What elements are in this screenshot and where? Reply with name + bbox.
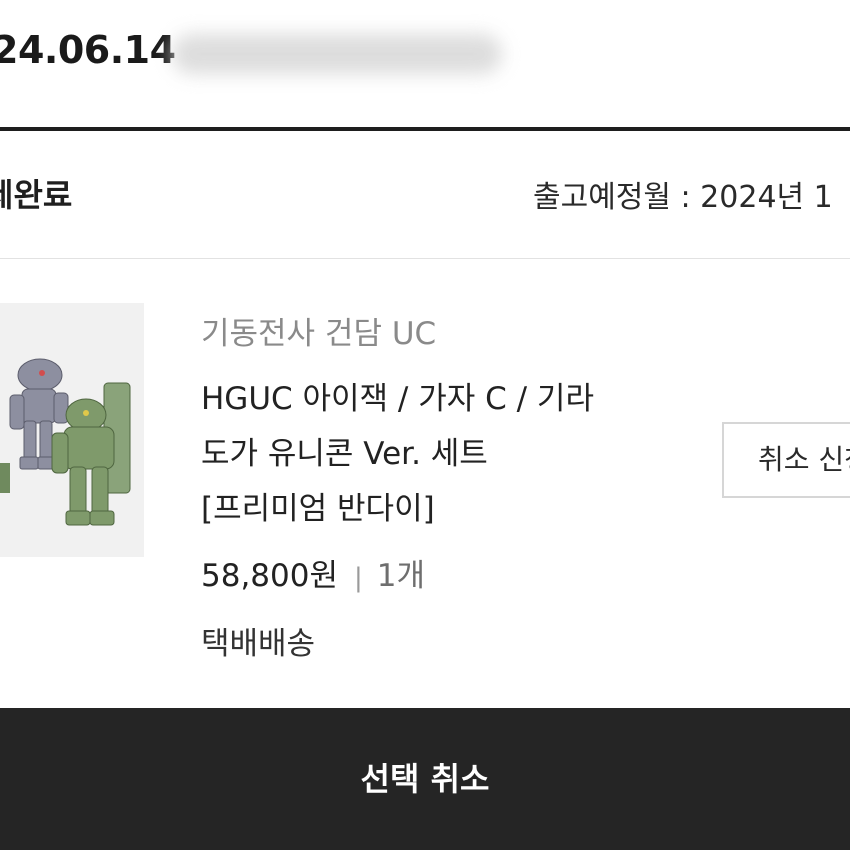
price-separator: | <box>354 563 363 593</box>
order-date: 24.06.14 <box>0 28 176 72</box>
price-row: 58,800원 | 1개 <box>201 550 425 595</box>
select-cancel-label: 선택 취소 <box>360 760 490 798</box>
expected-ship-month: 출고예정월 : 2024년 1 <box>533 180 833 215</box>
select-cancel-button[interactable]: 선택 취소 <box>0 708 850 850</box>
order-detail-page: 24.06.14 제완료 출고예정월 : 2024년 1 <box>0 0 850 850</box>
gunpla-model-kit-image <box>0 303 144 557</box>
product-price: 58,800원 <box>201 558 338 594</box>
order-status: 제완료 <box>0 176 73 214</box>
product-brand: 기동전사 건담 UC <box>201 316 437 352</box>
status-divider <box>0 258 850 259</box>
delivery-method: 택배배송 <box>201 626 316 662</box>
product-quantity: 1개 <box>376 558 426 594</box>
product-thumbnail[interactable] <box>0 303 144 557</box>
product-name-line: HGUC 아이잭 / 가자 C / 기라 <box>201 381 594 417</box>
redacted-order-number <box>172 34 502 74</box>
cancel-request-button[interactable]: 취소 신청 <box>722 422 850 498</box>
product-name[interactable]: HGUC 아이잭 / 가자 C / 기라 도가 유니콘 Ver. 세트 [프리미… <box>201 372 671 537</box>
product-name-line: 도가 유니콘 Ver. 세트 <box>201 436 488 472</box>
product-name-line: [프리미엄 반다이] <box>201 491 435 527</box>
header-divider <box>0 127 850 131</box>
